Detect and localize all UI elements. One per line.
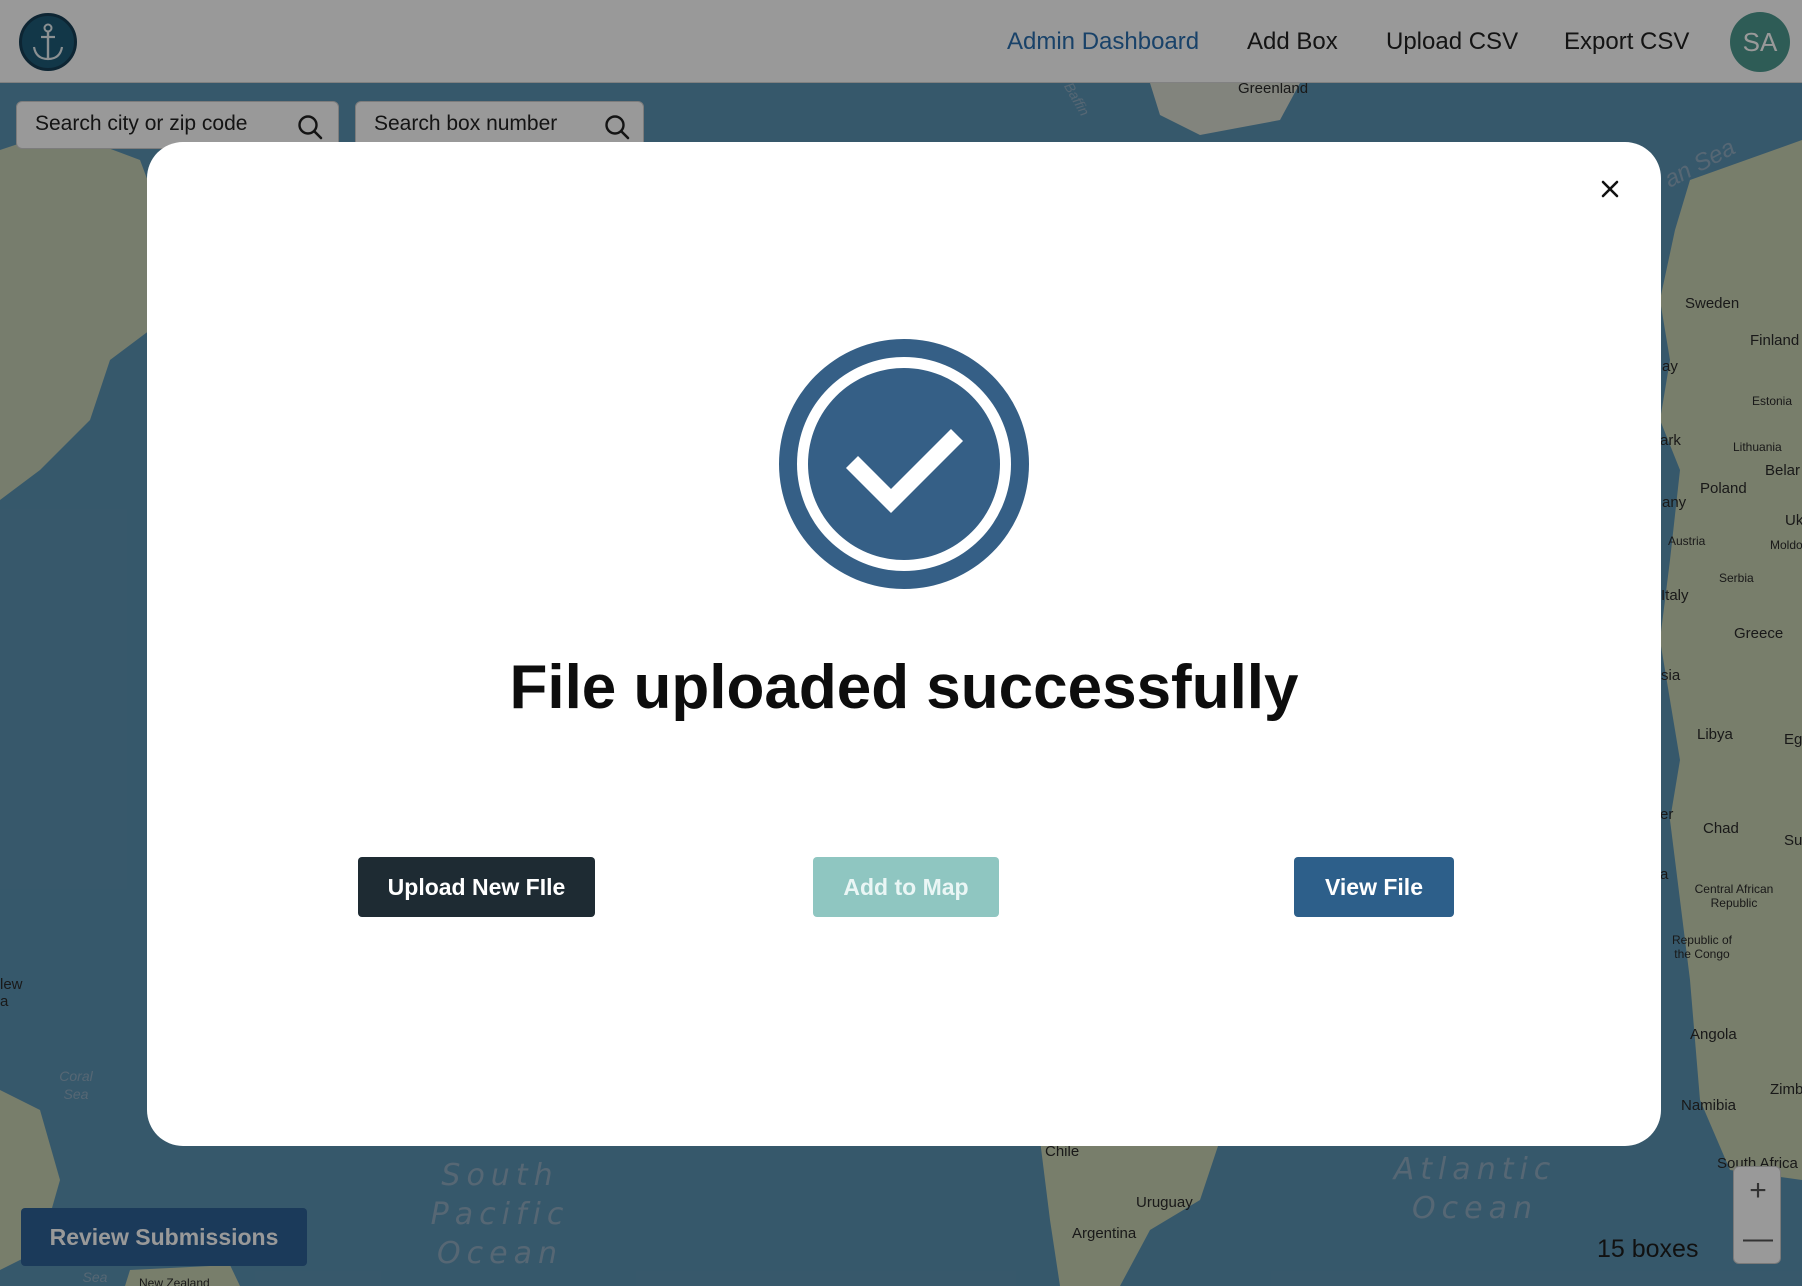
close-button[interactable] <box>1593 172 1627 206</box>
modal-title: File uploaded successfully <box>509 653 1299 722</box>
upload-success-modal: File uploaded successfully Upload New FI… <box>147 142 1661 1146</box>
close-icon <box>1601 180 1619 198</box>
add-to-map-button[interactable]: Add to Map <box>813 857 999 917</box>
check-circle-icon <box>779 339 1029 589</box>
upload-new-file-button[interactable]: Upload New FIle <box>358 857 595 917</box>
view-file-button[interactable]: View File <box>1294 857 1454 917</box>
